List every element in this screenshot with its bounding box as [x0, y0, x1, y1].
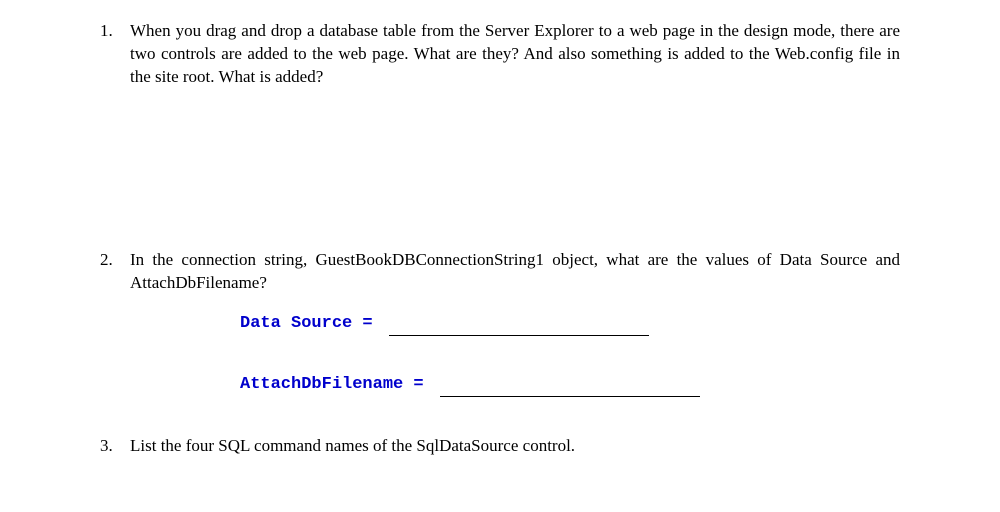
- attach-db-field: AttachDbFilename =: [240, 374, 900, 397]
- data-source-field: Data Source =: [240, 313, 900, 336]
- question-1-text: When you drag and drop a database table …: [130, 21, 900, 86]
- attach-db-blank: [440, 380, 700, 397]
- attach-db-label: AttachDbFilename =: [240, 374, 434, 397]
- data-source-label: Data Source =: [240, 313, 383, 336]
- data-source-blank: [389, 319, 649, 336]
- question-2-text: In the connection string, GuestBookDBCon…: [130, 250, 900, 292]
- question-2: In the connection string, GuestBookDBCon…: [100, 249, 900, 397]
- question-3-text: List the four SQL command names of the S…: [130, 436, 575, 455]
- question-list: When you drag and drop a database table …: [100, 20, 900, 458]
- question-1: When you drag and drop a database table …: [100, 20, 900, 89]
- question-3: List the four SQL command names of the S…: [100, 435, 900, 458]
